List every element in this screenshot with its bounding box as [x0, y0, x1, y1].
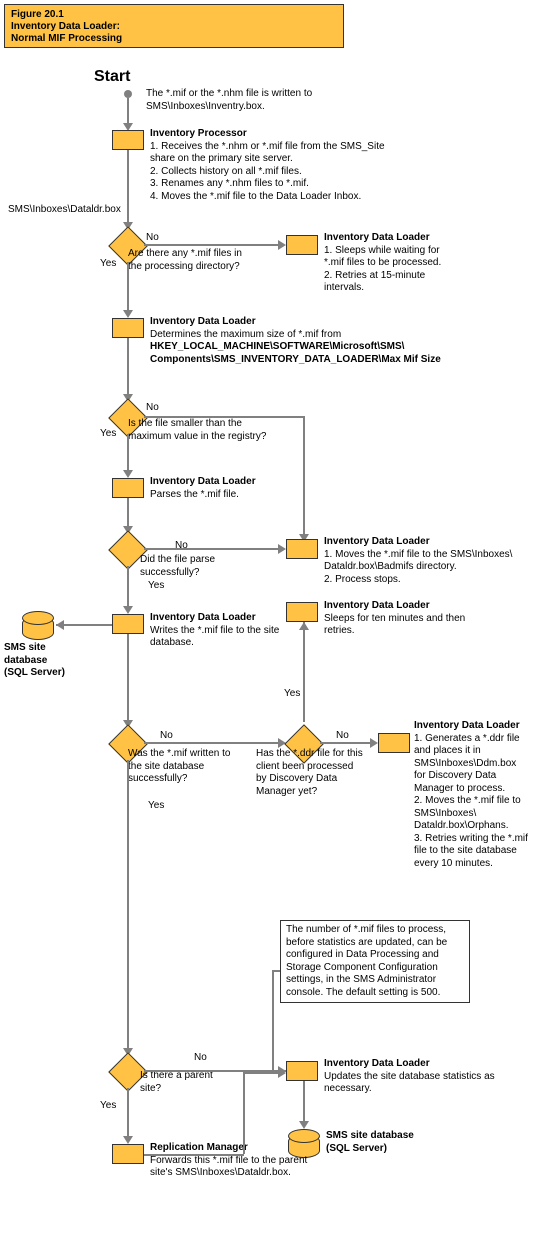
idl-ddr-text: Inventory Data Loader 1. Generates a *.d… [414, 720, 547, 870]
start-dot [124, 90, 132, 98]
idl-maxsize-text: Inventory Data Loader Determines the max… [150, 316, 540, 366]
d5-question: Has the *.ddr file for this client been … [256, 748, 366, 798]
idl-parse-text: Inventory Data Loader Parses the *.mif f… [150, 476, 350, 501]
idl-sleep10-text: Inventory Data Loader Sleeps for ten min… [324, 600, 484, 638]
start-label: Start [94, 68, 130, 86]
db-sms-site [22, 616, 54, 640]
proc-idl-stats [286, 1061, 318, 1081]
db-label: SMS site database (SQL Server) [4, 642, 84, 680]
proc-idl-sleep [286, 235, 318, 255]
proc-idl-badmifs [286, 539, 318, 559]
idl-sleep-text: Inventory Data Loader 1. Sleeps while wa… [324, 232, 494, 295]
d4-no: No [160, 730, 173, 743]
db2-label: SMS site database (SQL Server) [326, 1130, 466, 1155]
inventory-processor-text: Inventory Processor 1. Receives the *.nh… [150, 128, 510, 203]
idl-stats-text: Inventory Data Loader Updates the site d… [324, 1058, 524, 1096]
start-note: The *.mif or the *.nhm file is written t… [146, 88, 356, 113]
d6-no: No [194, 1052, 207, 1065]
d3-question: Did the file parse successfully? [140, 554, 250, 579]
replication-mgr-text: Replication Manager Forwards this *.mif … [150, 1142, 310, 1180]
d1-yes: Yes [100, 258, 116, 271]
d2-no: No [146, 402, 159, 415]
d6-question: Is there a parent site? [140, 1070, 220, 1095]
flowchart-canvas: Figure 20.1 Inventory Data Loader: Norma… [0, 0, 547, 1250]
note-box: The number of *.mif files to process, be… [280, 920, 470, 1003]
d1-question: Are there any *.mif files in the process… [128, 248, 258, 273]
d2-yes: Yes [100, 428, 116, 441]
proc-inventory-processor [112, 130, 144, 150]
d1-no: No [146, 232, 159, 245]
d3-no: No [175, 540, 188, 553]
figure-title-box: Figure 20.1 Inventory Data Loader: Norma… [4, 4, 344, 48]
d5-yes: Yes [284, 688, 300, 701]
proc-idl-maxsize [112, 318, 144, 338]
d5-no: No [336, 730, 349, 743]
proc-replication-mgr [112, 1144, 144, 1164]
d2-question: Is the file smaller than the maximum val… [128, 418, 278, 443]
proc-idl-write [112, 614, 144, 634]
title-line3: Normal MIF Processing [11, 33, 337, 45]
title-line2: Inventory Data Loader: [11, 21, 337, 33]
proc-idl-parse [112, 478, 144, 498]
path-dataldr: SMS\Inboxes\Dataldr.box [8, 204, 121, 217]
d4-yes: Yes [148, 800, 164, 813]
proc-idl-ddr [378, 733, 410, 753]
title-line1: Figure 20.1 [11, 9, 337, 21]
d4-question: Was the *.mif written to the site databa… [128, 748, 238, 786]
d3-yes: Yes [148, 580, 164, 593]
proc-idl-sleep10 [286, 602, 318, 622]
idl-write-text: Inventory Data Loader Writes the *.mif f… [150, 612, 300, 650]
idl-badmifs-text: Inventory Data Loader 1. Moves the *.mif… [324, 536, 544, 586]
d6-yes: Yes [100, 1100, 116, 1113]
